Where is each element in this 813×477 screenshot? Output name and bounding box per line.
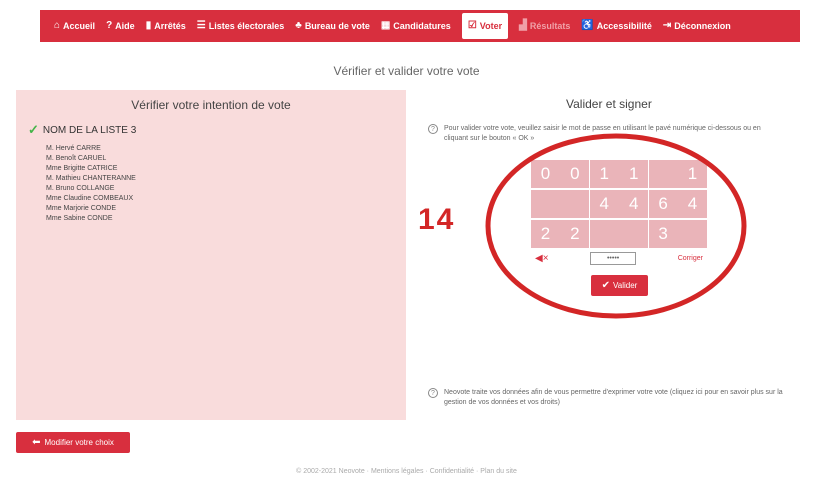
arrow-left-icon: ⬅ — [32, 437, 41, 448]
footer: © 2002-2021 Neovote · Mentions légales ·… — [296, 468, 517, 475]
modify-choice-button[interactable]: ⬅ Modifier votre choix — [16, 432, 130, 453]
highlight-ellipse — [485, 133, 747, 319]
modify-label: Modifier votre choix — [44, 438, 114, 447]
